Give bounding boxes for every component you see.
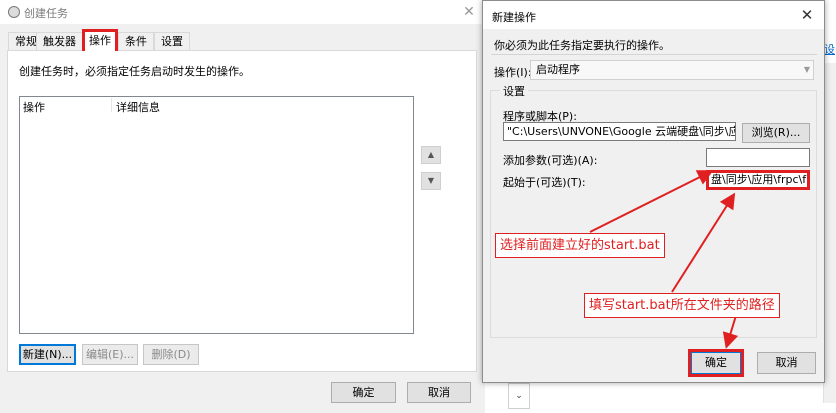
column-header-action[interactable]: 操作 [23,99,45,115]
tab-settings[interactable]: 设置 [154,32,190,50]
new-action-cancel-button[interactable]: 取消 [757,352,816,374]
create-task-window: 创建任务 ✕ 常规 触发器 条件 设置 操作 创建任务时，必须指定任务启动时发生… [0,0,485,413]
action-type-select[interactable]: 启动程序 [530,60,814,80]
new-action-title: 新建操作 [492,11,536,24]
background-dropdown-button[interactable]: ⌄ [508,383,530,409]
new-action-ok-button[interactable]: 确定 [688,349,744,377]
column-separator [111,98,112,112]
triangle-up-icon: ▲ [427,150,435,159]
edit-action-button[interactable]: 编辑(E)... [82,344,138,365]
annotation-fill-folder-path: 填写start.bat所在文件夹的路径 [584,293,780,318]
divider [491,54,817,55]
chevron-down-icon[interactable]: ▼ [801,61,813,79]
new-action-dialog: 新建操作 ✕ 你必须为此任务指定要执行的操作。 操作(I): 启动程序 ▼ 设置… [482,0,825,383]
new-action-description: 你必须为此任务指定要执行的操作。 [494,39,670,52]
annotation-select-start-bat: 选择前面建立好的start.bat [495,233,665,258]
tab-actions[interactable]: 操作 [82,29,118,51]
create-task-title: 创建任务 [24,7,68,20]
action-type-label: 操作(I): [494,66,532,79]
start-in-input[interactable]: 盘\同步\应用\frpc\frpc-1 [706,170,810,190]
new-action-button[interactable]: 新建(N)... [19,344,76,365]
start-in-label: 起始于(可选)(T): [503,176,586,189]
program-script-input[interactable]: "C:\Users\UNVONE\Google 云端硬盘\同步\应用\frpc\… [503,122,736,141]
new-action-titlebar: 新建操作 ✕ [483,1,824,29]
task-clock-icon [8,6,20,18]
tab-conditions[interactable]: 条件 [118,32,154,50]
move-down-button[interactable]: ▼ [421,172,441,190]
settings-group-label: 设置 [500,83,528,99]
delete-action-button[interactable]: 删除(D) [143,344,199,365]
tab-triggers[interactable]: 触发器 [36,32,83,50]
move-up-button[interactable]: ▲ [421,146,441,164]
actions-description: 创建任务时，必须指定任务启动时发生的操作。 [19,65,250,78]
close-icon[interactable]: ✕ [795,4,819,26]
close-icon[interactable]: ✕ [458,2,480,22]
actions-list[interactable] [19,96,414,334]
create-task-cancel-button[interactable]: 取消 [407,382,471,403]
create-task-ok-button[interactable]: 确定 [331,382,396,403]
arguments-label: 添加参数(可选)(A): [503,154,598,167]
browse-button[interactable]: 浏览(R)... [742,123,810,143]
arguments-input[interactable] [706,148,810,167]
triangle-down-icon: ▼ [427,176,435,185]
column-header-details[interactable]: 详细信息 [116,99,160,115]
create-task-titlebar: 创建任务 ✕ [0,0,485,24]
chevron-down-icon: ⌄ [515,391,523,401]
background-link[interactable]: 设 [824,41,836,57]
